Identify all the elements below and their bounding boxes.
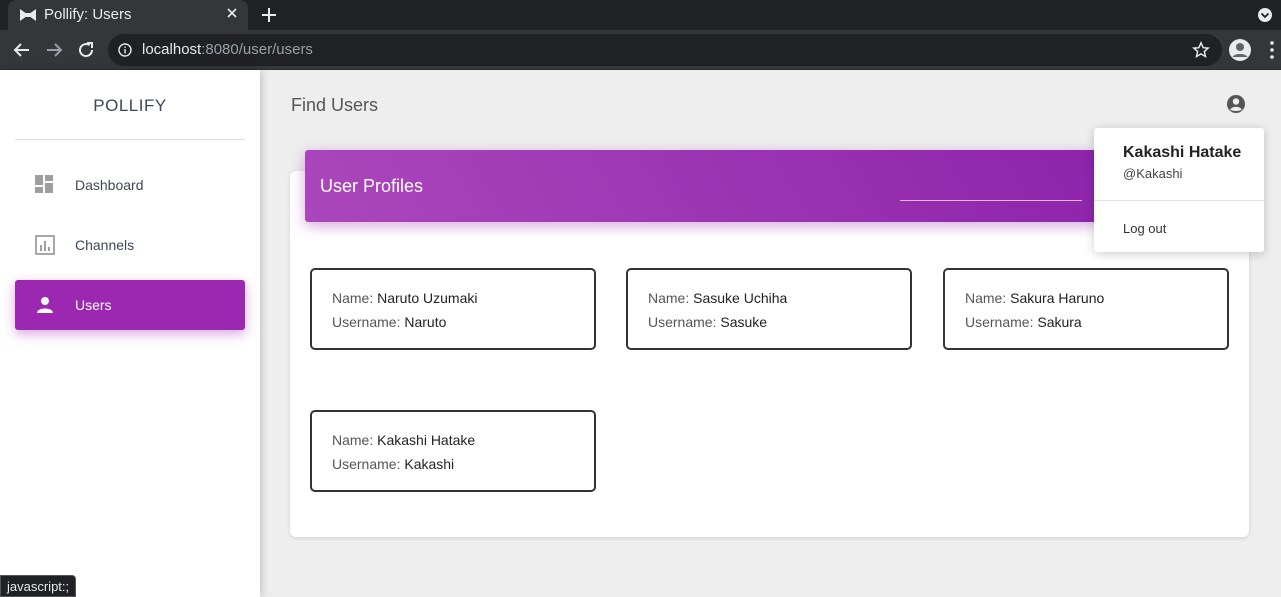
card-title: User Profiles (320, 176, 424, 196)
profile-username: Kakashi (404, 456, 455, 472)
reload-icon[interactable] (76, 40, 96, 60)
account-dropdown: Kakashi Hatake @Kakashi Log out (1094, 128, 1264, 252)
bowtie-icon (20, 9, 36, 21)
name-label: Name: (648, 290, 690, 306)
forward-arrow-icon[interactable] (44, 40, 64, 60)
account-handle: @Kakashi (1123, 166, 1183, 181)
account-name: Kakashi Hatake (1123, 144, 1242, 161)
app-logo[interactable]: POLLIFY (0, 96, 260, 116)
browser-menu-icon[interactable] (1266, 40, 1278, 60)
profile-card[interactable]: Name: Naruto Uzumaki Username: Naruto (310, 268, 596, 350)
browser-profile-icon[interactable] (1228, 38, 1252, 62)
tab-title: Pollify: Users (44, 6, 132, 23)
sidebar: POLLIFY Dashboard Channels Users (0, 70, 260, 597)
browser-toolbar: localhost:8080/user/users (0, 30, 1281, 70)
sidebar-item-label: Channels (75, 237, 135, 253)
sidebar-item-users[interactable]: Users (15, 280, 245, 330)
username-label: Username: (965, 314, 1034, 330)
url-text[interactable]: localhost:8080/user/users (142, 41, 313, 58)
logout-menu-item[interactable]: Log out (1123, 221, 1166, 236)
username-label: Username: (332, 456, 401, 472)
sidebar-item-label: Dashboard (75, 177, 144, 193)
divider (15, 139, 245, 140)
person-icon (37, 297, 53, 313)
profile-card[interactable]: Name: Kakashi Hatake Username: Kakashi (310, 410, 596, 492)
address-bar[interactable]: localhost:8080/user/users (108, 34, 1222, 66)
sidebar-item-label: Users (75, 297, 112, 313)
bar-chart-icon (35, 235, 55, 255)
profile-name: Sakura Haruno (1010, 290, 1105, 306)
name-label: Name: (332, 290, 374, 306)
dashboard-icon (35, 175, 53, 193)
card-header: User Profiles (305, 150, 1100, 222)
browser-tab-bar: Pollify: Users (0, 0, 1281, 30)
close-icon[interactable] (224, 5, 240, 21)
sidebar-item-channels[interactable]: Channels (15, 220, 245, 270)
profile-username: Sakura (1037, 314, 1082, 330)
profile-name: Sasuke Uchiha (693, 290, 788, 306)
profile-username: Sasuke (720, 314, 768, 330)
profile-card[interactable]: Name: Sakura Haruno Username: Sakura (943, 268, 1229, 350)
account-circle-icon[interactable] (1226, 94, 1246, 114)
sidebar-item-dashboard[interactable]: Dashboard (15, 160, 245, 210)
profile-card[interactable]: Name: Sasuke Uchiha Username: Sasuke (626, 268, 912, 350)
divider (1094, 200, 1264, 201)
profile-name: Naruto Uzumaki (377, 290, 478, 306)
tab-search-icon[interactable] (1257, 7, 1273, 23)
browser-tab[interactable]: Pollify: Users (8, 0, 248, 30)
status-bar: javascript:; (0, 575, 77, 597)
username-label: Username: (648, 314, 717, 330)
name-label: Name: (332, 432, 374, 448)
profile-name: Kakashi Hatake (377, 432, 476, 448)
back-arrow-icon[interactable] (12, 40, 32, 60)
page-title: Find Users (291, 95, 379, 115)
info-icon[interactable] (118, 43, 132, 57)
search-input[interactable] (900, 200, 1082, 201)
bookmark-star-icon[interactable] (1192, 41, 1210, 59)
new-tab-icon[interactable] (260, 6, 278, 24)
name-label: Name: (965, 290, 1007, 306)
profile-username: Naruto (404, 314, 447, 330)
username-label: Username: (332, 314, 401, 330)
